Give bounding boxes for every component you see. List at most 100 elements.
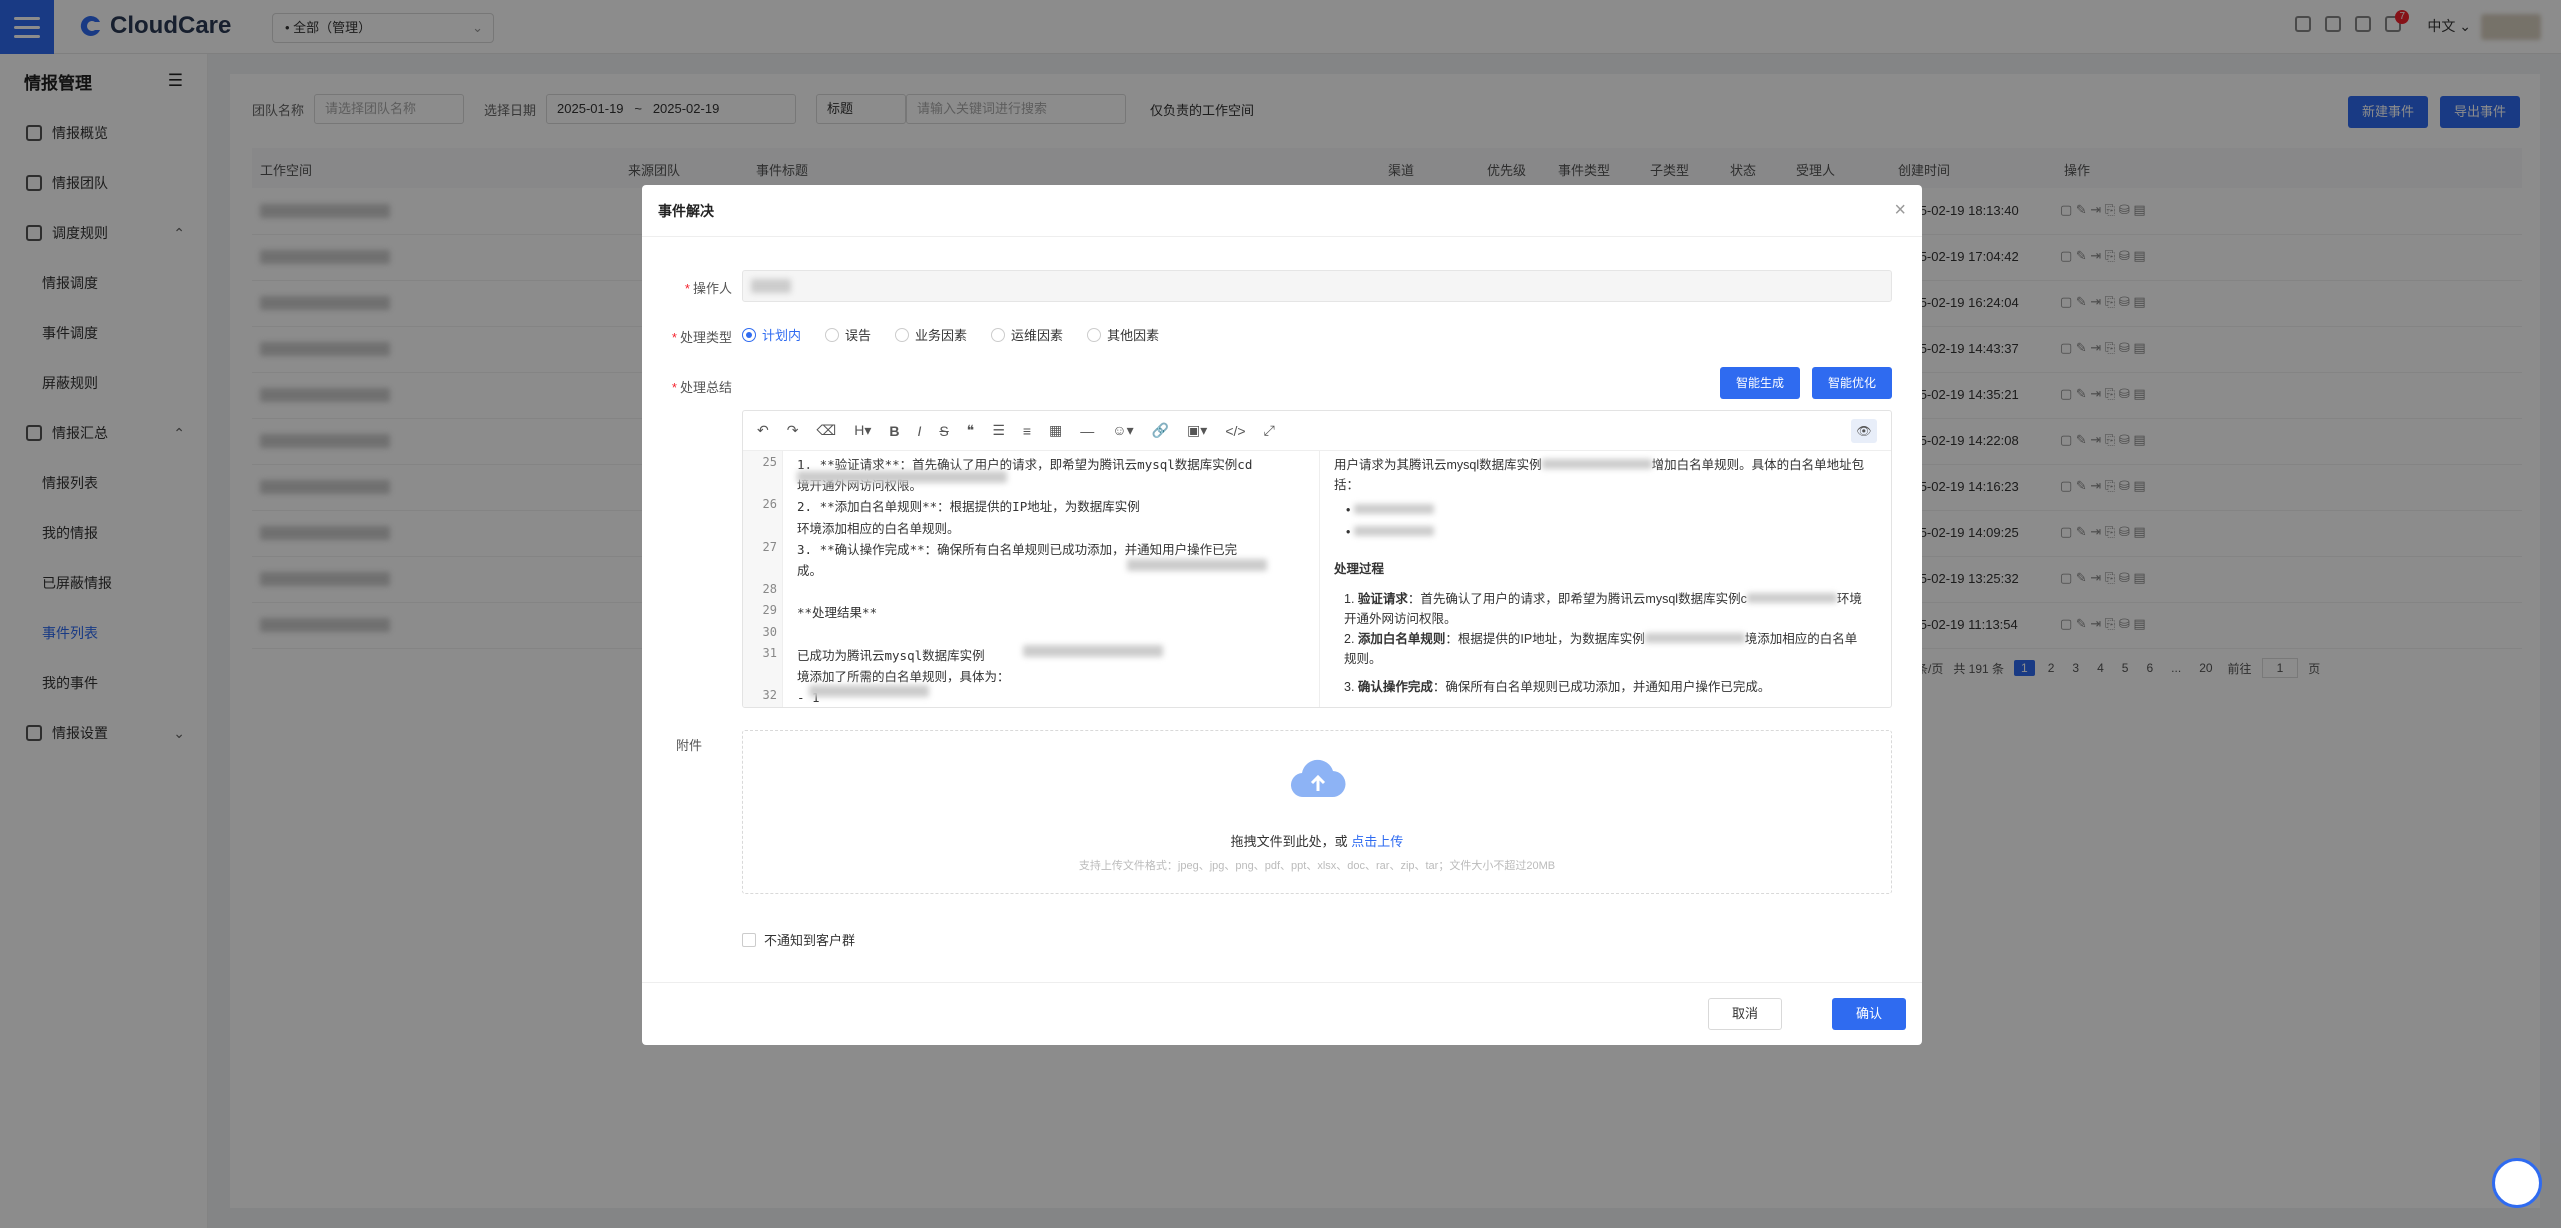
type-radio-group: 计划内 误告 业务因素 运维因素 其他因素: [742, 325, 1159, 344]
help-bot-icon[interactable]: [2492, 1158, 2542, 1208]
operator-field: [742, 270, 1892, 302]
operator-value: [751, 279, 791, 293]
preview-step: 2. 添加白名单规则：根据提供的IP地址，为数据库实例 境添加相应的白名单规则。: [1344, 632, 1858, 666]
smart-optimize-button[interactable]: 智能优化: [1812, 367, 1892, 399]
preview-ip-list: • •: [1346, 503, 1434, 539]
image-icon[interactable]: ▣▾: [1187, 422, 1207, 439]
line-number: 26: [762, 497, 777, 512]
upload-text: 拖拽文件到此处，或 点击上传: [743, 831, 1891, 850]
line-number: 28: [762, 582, 777, 597]
confirm-button[interactable]: 确认: [1832, 998, 1906, 1030]
redacted-ip: [1353, 526, 1434, 536]
close-icon[interactable]: ×: [1894, 199, 1906, 222]
upload-dropzone[interactable]: 拖拽文件到此处，或 点击上传 支持上传文件格式：jpeg、jpg、png、pdf…: [742, 730, 1892, 894]
editor-source[interactable]: 25 26 27 28 29 30 31 32 1. **验证请求**：首先确认了用户的请求，…: [743, 451, 1319, 707]
summary-label: * 处理总结: [671, 380, 732, 395]
checkbox-icon: [742, 932, 756, 947]
preview-intro-text: 用户请求为其腾讯云mysql数据库实例: [1334, 458, 1542, 472]
redacted-text: [1541, 459, 1652, 469]
attachment-label: 附件: [675, 738, 702, 753]
step-title: 验证请求: [1357, 592, 1408, 606]
redacted-text: [1127, 559, 1267, 571]
editor-preview: 用户请求为其腾讯云mysql数据库实例 增加白名单规则。具体的白名单地址包括： •…: [1319, 451, 1891, 707]
italic-icon[interactable]: I: [918, 423, 922, 439]
resolve-event-modal: 事件解决 × * 操作人 * 处理类型 计划内 误告 业务因素 运维因素 其他因素 *…: [642, 185, 1922, 1045]
quote-icon[interactable]: ❝: [967, 422, 975, 439]
heading-icon[interactable]: H▾: [854, 422, 871, 439]
no-notify-checkbox[interactable]: 不通知到客户群: [742, 930, 855, 949]
line-gutter: 25 26 27 28 29 30 31 32: [743, 451, 783, 707]
step-title: 确认操作完成: [1357, 680, 1433, 694]
markdown-editor[interactable]: ↶ ↷ ⌫ H▾ B I S ❝ ☰ ≡ ▦ — ☺▾ 🔗 ▣▾ </> ⤢ 👁…: [742, 410, 1892, 708]
preview-step: 1. 验证请求：首先确认了用户的请求，即希望为腾讯云mysql数据库实例c 环境开…: [1344, 592, 1862, 626]
step-title: 添加白名单规则: [1357, 632, 1446, 646]
radio-icon: [895, 327, 910, 342]
operator-label: * 操作人: [684, 281, 732, 296]
code-line: 3. **确认操作完成**：确保所有白名单规则已成功添加，并通知用户操作已完: [797, 541, 1238, 557]
editor-toolbar: ↶ ↷ ⌫ H▾ B I S ❝ ☰ ≡ ▦ — ☺▾ 🔗 ▣▾ </> ⤢ 👁: [743, 411, 1891, 451]
redacted-text: [797, 471, 1007, 483]
redacted-text: [1746, 593, 1837, 603]
cloud-upload-icon: [1290, 759, 1346, 798]
code-line: 2. **添加白名单规则**：根据提供的IP地址，为数据库实例: [797, 499, 1140, 515]
smart-generate-button[interactable]: 智能生成: [1720, 367, 1800, 399]
type-label: * 处理类型: [671, 330, 732, 345]
code-line: **处理结果**: [797, 605, 878, 621]
modal-title: 事件解决: [658, 202, 714, 219]
cancel-button[interactable]: 取消: [1708, 998, 1782, 1030]
table-icon[interactable]: ▦: [1049, 422, 1062, 439]
line-number: 32: [762, 688, 777, 703]
line-number: 31: [762, 645, 777, 660]
ordered-list-icon[interactable]: ≡: [1023, 423, 1031, 439]
summary-label-text: 处理总结: [679, 380, 732, 395]
divider-icon[interactable]: —: [1080, 423, 1094, 439]
operator-label-text: 操作人: [692, 281, 732, 296]
upload-link[interactable]: 点击上传: [1351, 834, 1403, 849]
radio-label: 计划内: [762, 328, 802, 343]
radio-other[interactable]: 其他因素: [1087, 325, 1159, 344]
step-text: ：首先确认了用户的请求，即希望为腾讯云mysql数据库实例c: [1407, 592, 1747, 606]
line-number: 30: [762, 624, 777, 639]
modal-footer: 取消 确认: [642, 982, 1922, 1045]
step-text: ：确保所有白名单规则已成功添加，并通知用户操作已完成。: [1432, 680, 1771, 694]
eraser-icon[interactable]: ⌫: [816, 422, 836, 439]
upload-text-main: 拖拽文件到此处，或: [1230, 834, 1352, 849]
bold-icon[interactable]: B: [889, 423, 899, 439]
emoji-icon[interactable]: ☺▾: [1112, 422, 1133, 439]
no-notify-label: 不通知到客户群: [764, 933, 856, 948]
radio-label: 运维因素: [1011, 328, 1064, 343]
radio-label: 其他因素: [1107, 328, 1160, 343]
code-line: 境添加了所需的白名单规则，具体为：: [797, 669, 1010, 684]
type-label-text: 处理类型: [679, 330, 732, 345]
radio-ops[interactable]: 运维因素: [991, 325, 1063, 344]
preview-toggle-icon[interactable]: 👁: [1851, 418, 1877, 443]
radio-label: 业务因素: [915, 328, 968, 343]
strikethrough-icon[interactable]: S: [939, 423, 948, 439]
radio-icon: [1087, 327, 1102, 342]
redacted-text: [1023, 645, 1163, 657]
redacted-ip: [1353, 504, 1434, 514]
radio-icon: [825, 327, 840, 342]
fullscreen-icon[interactable]: ⤢: [1264, 422, 1275, 439]
preview-step: 3. 确认操作完成：确保所有白名单规则已成功添加，并通知用户操作已完成。: [1344, 680, 1771, 694]
bullet-list-icon[interactable]: ☰: [992, 422, 1005, 439]
preview-process-title: 处理过程: [1334, 562, 1385, 576]
undo-icon[interactable]: ↶: [757, 422, 769, 439]
radio-planned[interactable]: 计划内: [742, 325, 801, 344]
upload-hint: 支持上传文件格式：jpeg、jpg、png、pdf、ppt、xlsx、doc、r…: [1078, 860, 1556, 872]
code-line: 环境添加相应的白名单规则。: [797, 520, 960, 536]
code-icon[interactable]: </>: [1225, 423, 1245, 439]
radio-business[interactable]: 业务因素: [895, 325, 967, 344]
redo-icon[interactable]: ↷: [787, 422, 799, 439]
list-item: •: [1346, 525, 1434, 539]
line-number: 29: [762, 603, 777, 618]
modal-header: 事件解决 ×: [642, 185, 1922, 237]
preview-intro: 用户请求为其腾讯云mysql数据库实例 增加白名单规则。具体的白名单地址包括：: [1334, 455, 1874, 495]
radio-label: 误告: [845, 328, 872, 343]
link-icon[interactable]: 🔗: [1152, 422, 1169, 439]
redacted-text: [1644, 633, 1745, 643]
line-number: 27: [762, 539, 777, 554]
line-number: 25: [762, 455, 777, 469]
step-text: ：根据提供的IP地址，为数据库实例: [1445, 632, 1645, 646]
radio-false-alarm[interactable]: 误告: [825, 325, 871, 344]
